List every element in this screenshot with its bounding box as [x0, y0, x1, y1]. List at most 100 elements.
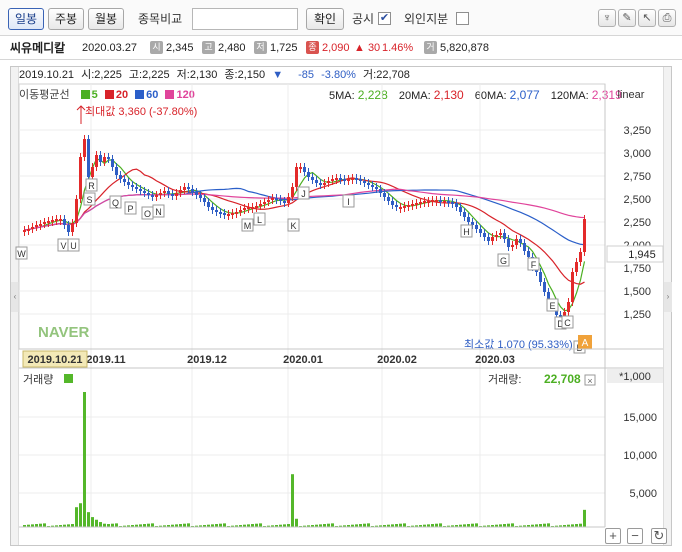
candle-body [267, 200, 270, 202]
candle-body [143, 191, 146, 193]
event-marker-label: O [144, 209, 151, 219]
candle-body [179, 190, 182, 193]
candle-body [183, 187, 186, 190]
daily-button[interactable]: 일봉 [8, 8, 44, 30]
confirm-button[interactable]: 확인 [306, 8, 344, 30]
candle-body [455, 203, 458, 207]
candle-body [427, 201, 430, 203]
candle-body [75, 199, 78, 223]
candle-body [147, 193, 150, 195]
cursor-icon[interactable]: ↖ [638, 9, 656, 27]
toolbar: 일봉 주봉 월봉 종목비교 확인 공시 ✔ 외인지분 ♆ ✎ ↖ ⎙ [0, 0, 682, 36]
low-badge: 저 [254, 41, 267, 54]
event-marker-label: Q [112, 198, 119, 208]
candle-body [403, 206, 406, 208]
info-high: 2,480 [218, 42, 246, 54]
candle-body [47, 221, 50, 223]
disclosure-label: 공시 [352, 12, 375, 26]
volume-bar [291, 474, 294, 527]
zoom-in-button[interactable]: + [605, 528, 621, 544]
x-tick-label: 2020.02 [377, 354, 417, 366]
candle-body [415, 203, 418, 205]
candle-body [243, 208, 246, 210]
volume-bars [23, 392, 586, 527]
candle-body [251, 207, 254, 209]
candle-body [51, 220, 54, 222]
candle-body [27, 229, 30, 231]
candle-body [175, 193, 178, 196]
candle-body [375, 187, 378, 189]
volume-bar [439, 523, 442, 527]
candle-body [163, 191, 166, 193]
event-marker-label: R [88, 181, 95, 191]
volume-bar [99, 522, 102, 527]
disclosure-checkbox[interactable]: ✔ [378, 12, 391, 25]
indicator-icon[interactable]: ♆ [598, 9, 616, 27]
close-badge: 종 [306, 41, 319, 54]
candle-body [331, 179, 334, 181]
current-price-text: 1,945 [628, 249, 656, 261]
volume-bar [259, 523, 262, 527]
candle-body [31, 227, 34, 229]
candle-body [191, 189, 194, 192]
candle-body [423, 201, 426, 203]
max-label: 최대값 3,360 (-37.80%) [85, 105, 197, 118]
volume-bar [115, 523, 118, 527]
candle-body [363, 181, 366, 183]
candle-body [543, 282, 546, 292]
volume-badge: 거 [424, 41, 437, 54]
candle-body [103, 157, 106, 162]
print-icon[interactable]: ⎙ [658, 9, 676, 27]
pencil-icon[interactable]: ✎ [618, 9, 636, 27]
price-plot-area [18, 83, 606, 350]
candle-body [507, 239, 510, 247]
candle-body [419, 202, 422, 204]
candle-body [167, 191, 170, 194]
scale-label[interactable]: linear [618, 89, 645, 101]
price-tick-label: 3,000 [623, 148, 651, 160]
refresh-button[interactable]: ↻ [651, 528, 667, 544]
compare-input[interactable] [192, 8, 298, 30]
volume-bar [511, 523, 514, 527]
close-x: × [587, 376, 592, 386]
candle-body [131, 185, 134, 187]
foreign-checkbox[interactable] [456, 12, 469, 25]
volume-grid: 15,000 10,000 5,000 [19, 412, 657, 500]
volume-bar [83, 392, 86, 527]
candle-body [99, 155, 102, 162]
candle-body [187, 187, 190, 189]
info-open: 2,345 [166, 42, 194, 54]
x-tick-label: 2019.12 [187, 354, 227, 366]
candle-body [211, 207, 214, 210]
candle-body [379, 189, 382, 193]
candle-body [67, 225, 70, 232]
candle-body [239, 210, 242, 212]
weekly-button[interactable]: 주봉 [48, 8, 84, 30]
candle-body [491, 237, 494, 241]
event-marker-label: S [86, 195, 92, 205]
candle-body [271, 198, 274, 200]
info-date: 2020.03.27 [82, 42, 138, 54]
volume-swatch [64, 374, 73, 383]
price-chart[interactable]: 3,2503,0002,7502,5002,2502,0001,7501,500… [11, 67, 671, 545]
zoom-out-button[interactable]: − [627, 528, 643, 544]
volume-bar [403, 523, 406, 527]
candle-body [323, 183, 326, 185]
event-marker-label: H [463, 227, 470, 237]
candle-body [291, 187, 294, 197]
compare-label: 종목비교 [138, 12, 183, 26]
candle-body [431, 200, 434, 202]
candle-body [43, 222, 46, 224]
candle-body [515, 239, 518, 245]
candle-body [467, 217, 470, 222]
candle-body [119, 175, 122, 179]
event-marker-label: C [564, 318, 571, 328]
candle-body [327, 181, 330, 183]
candle-body [247, 207, 250, 209]
volume-bar [583, 509, 586, 527]
candle-body [319, 183, 322, 185]
candle-body [519, 239, 522, 243]
monthly-button[interactable]: 월봉 [88, 8, 124, 30]
candle-body [159, 193, 162, 195]
candle-body [79, 157, 82, 199]
